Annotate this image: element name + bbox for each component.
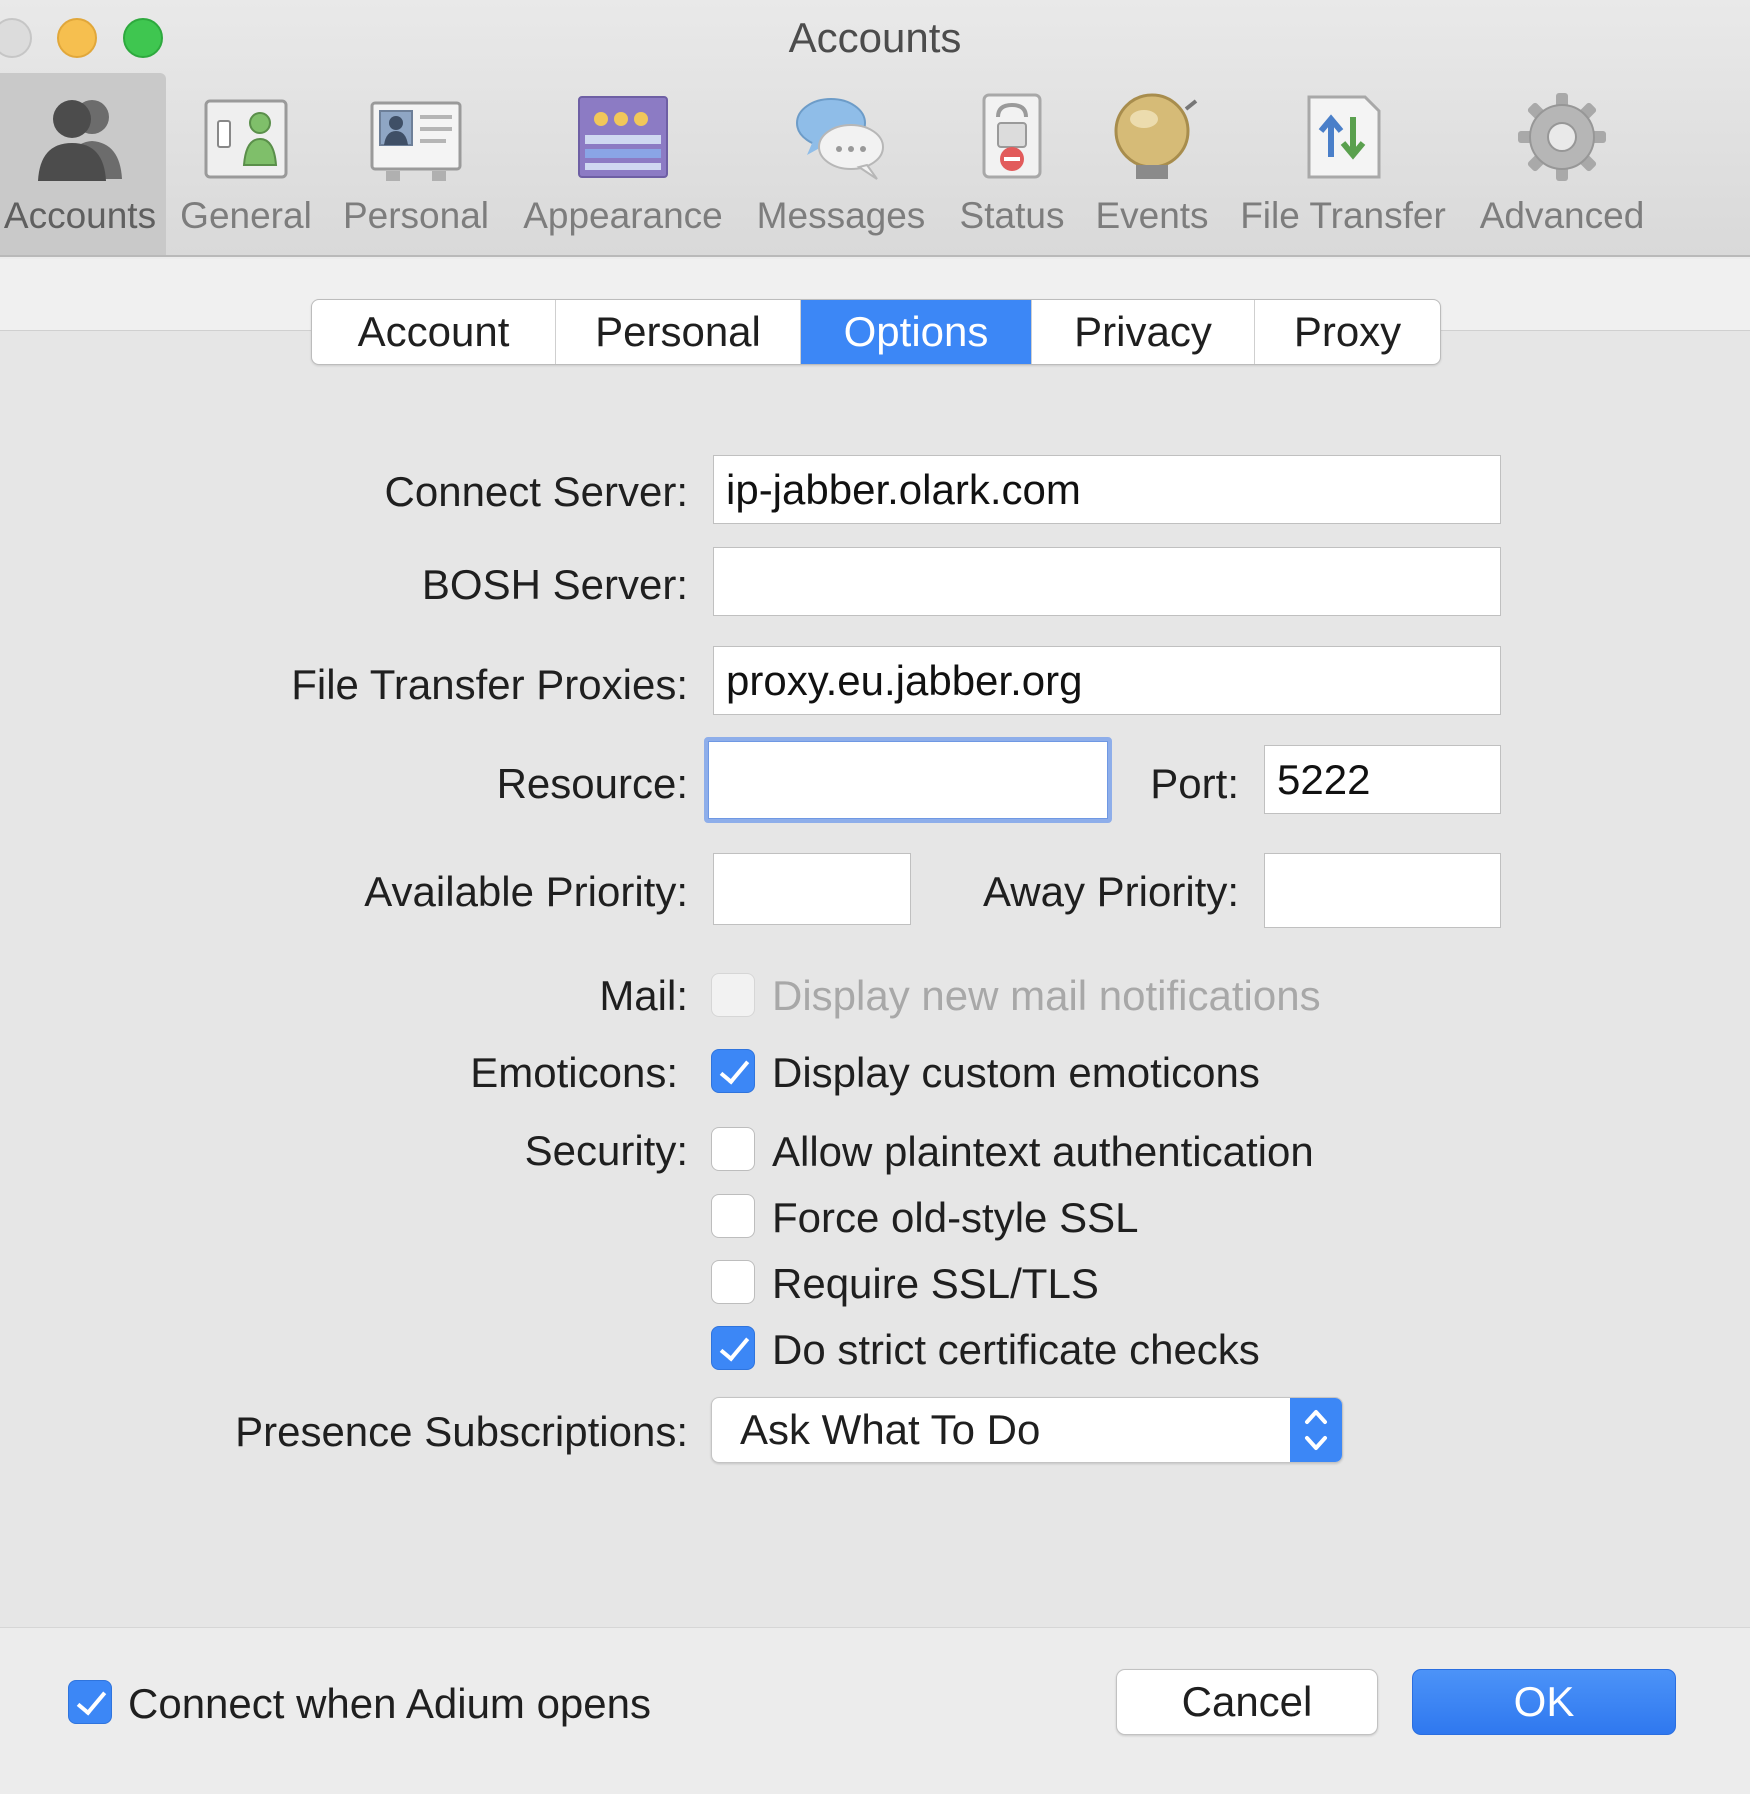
plaintext-auth-checkbox[interactable] xyxy=(711,1127,755,1171)
tab-privacy[interactable]: Privacy xyxy=(1032,300,1255,364)
toolbar-item-file-transfer[interactable]: File Transfer xyxy=(1228,73,1458,255)
tab-personal[interactable]: Personal xyxy=(556,300,801,364)
mail-notifications-checkbox xyxy=(711,973,755,1017)
toolbar-item-advanced[interactable]: Advanced xyxy=(1472,73,1652,255)
toolbar-label: File Transfer xyxy=(1240,195,1446,236)
connect-on-open-text: Connect when Adium opens xyxy=(128,1680,652,1727)
presence-subscriptions-label: Presence Subscriptions: xyxy=(235,1408,688,1455)
strict-cert-checks-checkbox[interactable] xyxy=(711,1326,755,1370)
accounts-icon xyxy=(38,100,122,181)
messages-icon xyxy=(796,98,884,180)
tab-options[interactable]: Options xyxy=(801,300,1032,364)
available-priority-label: Available Priority: xyxy=(364,868,688,915)
tab-account[interactable]: Account xyxy=(312,300,556,364)
toolbar-label: Events xyxy=(1095,195,1209,236)
toolbar-item-general[interactable]: General xyxy=(176,73,316,255)
appearance-icon xyxy=(578,96,668,178)
port-field[interactable]: 5222 xyxy=(1264,745,1501,814)
away-priority-field[interactable] xyxy=(1264,853,1501,928)
status-icon xyxy=(982,93,1042,179)
resource-label: Resource: xyxy=(496,760,688,807)
toolbar-item-messages[interactable]: Messages xyxy=(748,73,934,255)
events-icon xyxy=(1114,93,1198,179)
require-ssl-tls-checkbox[interactable] xyxy=(711,1260,755,1304)
advanced-gear-icon xyxy=(1518,93,1606,181)
presence-subscriptions-value: Ask What To Do xyxy=(740,1406,1041,1453)
window-titlebar: Accounts Accounts General Personal Appea… xyxy=(0,0,1750,257)
toolbar-label: Messages xyxy=(756,195,926,236)
connect-server-field[interactable]: ip-jabber.olark.com xyxy=(713,455,1501,524)
toolbar-item-accounts[interactable]: Accounts xyxy=(0,73,166,255)
security-label: Security: xyxy=(524,1127,688,1174)
away-priority-label: Away Priority: xyxy=(983,868,1239,915)
plaintext-auth-text: Allow plaintext authentication xyxy=(772,1128,1314,1175)
toolbar-label: Status xyxy=(959,195,1065,236)
ok-button[interactable]: OK xyxy=(1412,1669,1676,1735)
presence-subscriptions-popup[interactable]: Ask What To Do xyxy=(711,1397,1343,1463)
cancel-button[interactable]: Cancel xyxy=(1116,1669,1378,1735)
file-transfer-proxies-label: File Transfer Proxies: xyxy=(291,661,688,708)
custom-emoticons-text: Display custom emoticons xyxy=(772,1049,1260,1096)
custom-emoticons-checkbox[interactable] xyxy=(711,1049,755,1093)
toolbar-label: Advanced xyxy=(1479,195,1645,236)
file-transfer-icon xyxy=(1307,95,1381,179)
bosh-server-field[interactable] xyxy=(713,547,1501,616)
connect-on-open-checkbox[interactable] xyxy=(68,1680,112,1724)
chevron-up-down-icon xyxy=(1305,1410,1327,1450)
strict-cert-checks-text: Do strict certificate checks xyxy=(772,1326,1260,1373)
window-title: Accounts xyxy=(788,14,962,61)
available-priority-field[interactable] xyxy=(713,853,911,925)
toolbar-label: Appearance xyxy=(523,195,723,236)
resource-field[interactable] xyxy=(704,737,1112,823)
mail-notifications-text: Display new mail notifications xyxy=(772,972,1321,1019)
file-transfer-proxies-field[interactable]: proxy.eu.jabber.org xyxy=(713,646,1501,715)
general-icon xyxy=(204,99,288,179)
toolbar-label: Accounts xyxy=(3,195,157,236)
connect-server-label: Connect Server: xyxy=(384,468,688,515)
emoticons-label: Emoticons: xyxy=(470,1049,678,1096)
tab-proxy[interactable]: Proxy xyxy=(1255,300,1440,364)
bosh-server-label: BOSH Server: xyxy=(421,561,688,608)
tab-bar: Account Personal Options Privacy Proxy xyxy=(311,299,1441,365)
popup-stepper[interactable] xyxy=(1290,1398,1342,1462)
mail-label: Mail: xyxy=(599,972,688,1019)
toolbar-item-appearance[interactable]: Appearance xyxy=(512,73,734,255)
require-ssl-tls-text: Require SSL/TLS xyxy=(772,1260,1099,1307)
toolbar-item-events[interactable]: Events xyxy=(1090,73,1214,255)
toolbar-item-personal[interactable]: Personal xyxy=(334,73,498,255)
toolbar-label: Personal xyxy=(342,195,490,236)
old-style-ssl-checkbox[interactable] xyxy=(711,1194,755,1238)
toolbar-label: General xyxy=(180,195,312,236)
personal-icon xyxy=(370,101,462,181)
toolbar-item-status[interactable]: Status xyxy=(948,73,1076,255)
port-label: Port: xyxy=(1150,760,1239,807)
old-style-ssl-text: Force old-style SSL xyxy=(772,1194,1139,1241)
